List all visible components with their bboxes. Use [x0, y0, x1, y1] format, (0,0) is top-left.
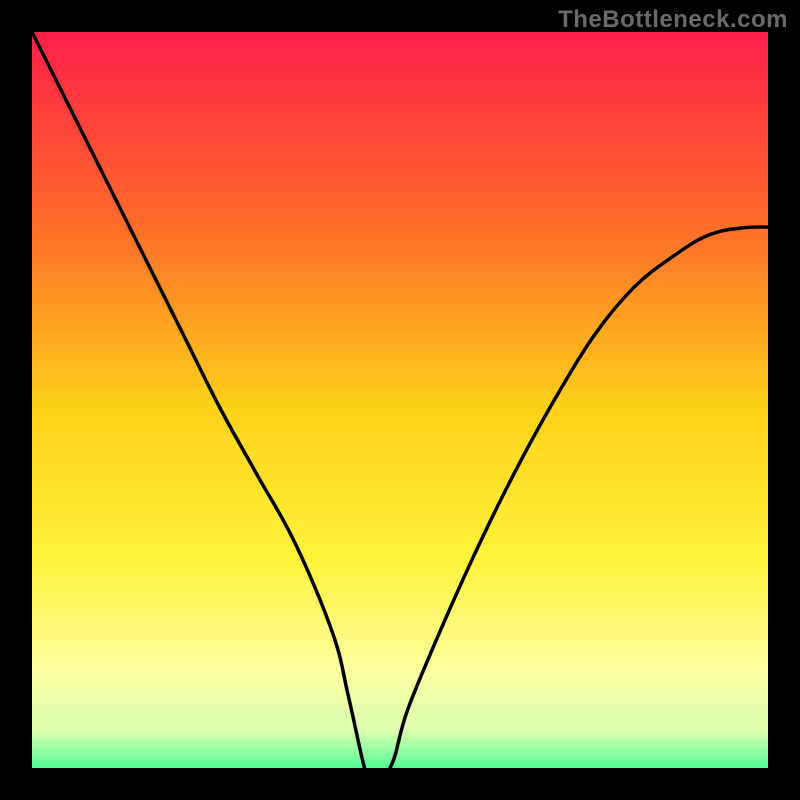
heat-gradient-background: [32, 32, 784, 784]
watermark-text: TheBottleneck.com: [558, 6, 788, 34]
bottleneck-chart: [0, 0, 800, 800]
